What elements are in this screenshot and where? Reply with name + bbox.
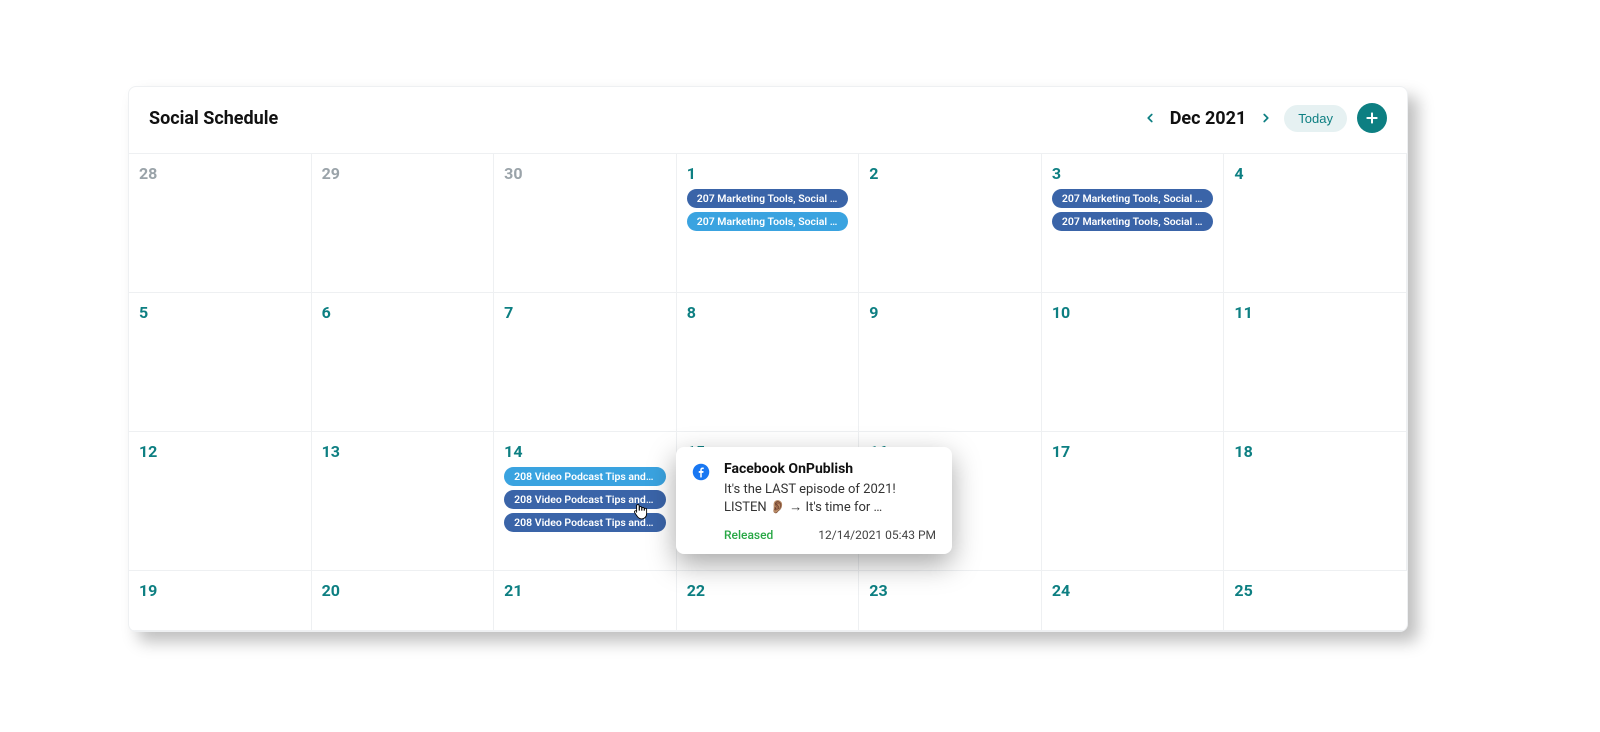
calendar-cell[interactable]: 9 bbox=[859, 293, 1042, 432]
calendar-cell[interactable]: 11 bbox=[1224, 293, 1407, 432]
event-pill[interactable]: 207 Marketing Tools, Social … bbox=[687, 189, 849, 208]
calendar-cell[interactable]: 5 bbox=[129, 293, 312, 432]
calendar-cell[interactable]: 1 207 Marketing Tools, Social … 207 Market… bbox=[677, 154, 860, 293]
calendar-cell[interactable]: 2 bbox=[859, 154, 1042, 293]
day-number: 10 bbox=[1052, 303, 1214, 322]
day-number: 21 bbox=[504, 581, 666, 600]
day-number: 17 bbox=[1052, 442, 1214, 461]
day-number: 20 bbox=[322, 581, 484, 600]
calendar-cell[interactable]: 30 bbox=[494, 154, 677, 293]
day-number: 30 bbox=[504, 164, 666, 183]
calendar-cell[interactable]: 12 bbox=[129, 432, 312, 571]
calendar-cell[interactable]: 18 bbox=[1224, 432, 1407, 571]
day-number: 2 bbox=[869, 164, 1031, 183]
day-number: 23 bbox=[869, 581, 1031, 600]
calendar-cell[interactable]: 14 208 Video Podcast Tips and… 208 Video P… bbox=[494, 432, 677, 571]
calendar-cell[interactable]: 28 bbox=[129, 154, 312, 293]
popover-text-line1: It's the LAST episode of 2021! bbox=[724, 481, 936, 499]
calendar-cell[interactable]: 13 bbox=[312, 432, 495, 571]
day-number: 3 bbox=[1052, 164, 1214, 183]
event-popover: Facebook OnPublish It's the LAST episode… bbox=[676, 447, 952, 554]
day-number: 29 bbox=[322, 164, 484, 183]
day-number: 1 bbox=[687, 164, 849, 183]
day-number: 6 bbox=[322, 303, 484, 322]
calendar-cell[interactable]: 29 bbox=[312, 154, 495, 293]
calendar-grid: 2829301207 Marketing Tools, Social …207 … bbox=[129, 153, 1407, 631]
day-number: 7 bbox=[504, 303, 666, 322]
calendar-cell[interactable]: 7 bbox=[494, 293, 677, 432]
calendar-cell[interactable]: 8 bbox=[677, 293, 860, 432]
day-number: 8 bbox=[687, 303, 849, 322]
day-number: 28 bbox=[139, 164, 301, 183]
calendar-cell[interactable]: 23 bbox=[859, 571, 1042, 631]
event-pill[interactable]: 208 Video Podcast Tips and… bbox=[504, 513, 666, 532]
calendar-cell[interactable]: 4 bbox=[1224, 154, 1407, 293]
day-number: 25 bbox=[1234, 581, 1397, 600]
header: Social Schedule Dec 2021 Today bbox=[129, 87, 1407, 153]
day-number: 14 bbox=[504, 442, 666, 461]
calendar-cell[interactable]: 17 bbox=[1042, 432, 1225, 571]
day-number: 4 bbox=[1234, 164, 1396, 183]
day-number: 24 bbox=[1052, 581, 1214, 600]
month-label: Dec 2021 bbox=[1168, 108, 1249, 129]
calendar-cell[interactable]: 19 bbox=[129, 571, 312, 631]
calendar-cell[interactable]: 22 bbox=[677, 571, 860, 631]
day-number: 19 bbox=[139, 581, 301, 600]
calendar-cell[interactable]: 3 207 Marketing Tools, Social … 207 Market… bbox=[1042, 154, 1225, 293]
day-number: 18 bbox=[1234, 442, 1396, 461]
day-number: 11 bbox=[1234, 303, 1396, 322]
event-pill[interactable]: 207 Marketing Tools, Social … bbox=[1052, 189, 1214, 208]
prev-month-button[interactable] bbox=[1142, 110, 1158, 126]
calendar-cell[interactable]: 21 bbox=[494, 571, 677, 631]
event-pill[interactable]: 208 Video Podcast Tips and… bbox=[504, 490, 666, 509]
page-title: Social Schedule bbox=[149, 108, 278, 129]
calendar-cell[interactable]: 24 bbox=[1042, 571, 1225, 631]
day-number: 12 bbox=[139, 442, 301, 461]
today-button[interactable]: Today bbox=[1284, 105, 1347, 132]
event-pill[interactable]: 208 Video Podcast Tips and… bbox=[504, 467, 666, 486]
calendar-cell[interactable]: 6 bbox=[312, 293, 495, 432]
popover-title: Facebook OnPublish bbox=[724, 461, 936, 477]
add-button[interactable] bbox=[1357, 103, 1387, 133]
popover-text-line2: LISTEN 👂🏽 → It's time for … bbox=[724, 499, 936, 517]
popover-timestamp: 12/14/2021 05:43 PM bbox=[818, 528, 936, 542]
day-number: 9 bbox=[869, 303, 1031, 322]
calendar-cell[interactable]: 25 bbox=[1224, 571, 1407, 631]
calendar-cell[interactable]: 20 bbox=[312, 571, 495, 631]
day-number: 22 bbox=[687, 581, 849, 600]
header-controls: Dec 2021 Today bbox=[1142, 103, 1387, 133]
event-pill[interactable]: 207 Marketing Tools, Social … bbox=[1052, 212, 1214, 231]
facebook-icon bbox=[692, 463, 710, 481]
calendar-cell[interactable]: 10 bbox=[1042, 293, 1225, 432]
next-month-button[interactable] bbox=[1258, 110, 1274, 126]
day-number: 13 bbox=[322, 442, 484, 461]
day-number: 5 bbox=[139, 303, 301, 322]
event-pill[interactable]: 207 Marketing Tools, Social … bbox=[687, 212, 849, 231]
popover-status: Released bbox=[724, 528, 773, 542]
